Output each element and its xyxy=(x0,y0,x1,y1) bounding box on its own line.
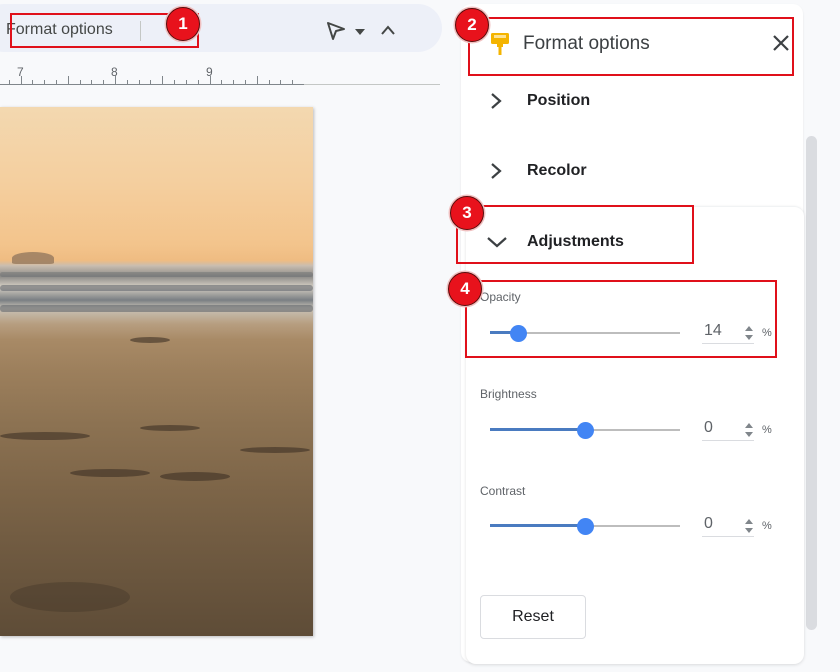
image-footprint xyxy=(160,472,230,481)
chevron-up-icon[interactable] xyxy=(380,24,396,36)
ruler-tick xyxy=(115,76,116,84)
image-footprint xyxy=(130,337,170,343)
ruler-tick xyxy=(67,76,69,84)
image-rock xyxy=(12,252,54,264)
section-position[interactable]: Position xyxy=(480,84,780,118)
slider-fill xyxy=(490,428,585,431)
slider-thumb[interactable] xyxy=(510,325,528,342)
image-toolbar: Format options xyxy=(0,4,442,52)
percent-unit: % xyxy=(762,327,772,339)
chevron-down-icon xyxy=(487,237,507,248)
opacity-slider[interactable] xyxy=(490,324,680,342)
ruler-tick xyxy=(209,76,211,84)
ruler-tick xyxy=(20,76,22,84)
image-footprint xyxy=(140,425,200,431)
annotation-badge: 2 xyxy=(455,8,489,42)
image-footprint xyxy=(0,432,90,440)
spinner-arrows-icon[interactable] xyxy=(744,518,754,534)
section-label: Position xyxy=(527,92,591,109)
percent-unit: % xyxy=(762,424,772,436)
opacity-input[interactable] xyxy=(702,320,738,340)
slider-thumb[interactable] xyxy=(577,518,595,535)
spinner-arrows-icon[interactable] xyxy=(744,325,754,341)
toolbar-divider xyxy=(140,21,141,41)
caret-down-icon[interactable] xyxy=(354,28,366,36)
annotation-badge: 3 xyxy=(450,196,484,230)
image-footprint xyxy=(70,469,150,477)
opacity-label: Opacity xyxy=(480,290,521,304)
image-wave xyxy=(0,272,313,277)
image-footprint xyxy=(10,582,130,612)
beach-sunset-image[interactable] xyxy=(0,107,313,636)
format-options-toolbar-button[interactable]: Format options xyxy=(6,21,113,39)
annotation-badge: 4 xyxy=(448,272,482,306)
reset-button[interactable]: Reset xyxy=(480,595,586,639)
ruler-tick xyxy=(256,76,258,84)
annotation-badge: 1 xyxy=(166,7,200,41)
slider-fill xyxy=(490,524,585,527)
spinner-arrows-icon[interactable] xyxy=(744,422,754,438)
ruler-active-range xyxy=(0,84,304,85)
slider-thumb[interactable] xyxy=(577,422,595,439)
image-wave xyxy=(0,305,313,312)
percent-unit: % xyxy=(762,520,772,532)
section-label: Adjustments xyxy=(527,233,624,250)
chevron-right-icon xyxy=(491,93,502,109)
section-recolor[interactable]: Recolor xyxy=(480,154,780,188)
horizontal-ruler: 7 8 9 xyxy=(0,60,440,86)
paint-roller-icon xyxy=(491,33,509,55)
brightness-slider[interactable] xyxy=(490,421,680,439)
image-footprint xyxy=(240,447,310,453)
panel-scrollbar[interactable] xyxy=(806,136,817,630)
panel-title: Format options xyxy=(523,33,650,54)
image-wave xyxy=(0,285,313,291)
brightness-input[interactable] xyxy=(702,417,738,437)
select-cursor-icon[interactable] xyxy=(326,21,346,41)
section-label: Recolor xyxy=(527,162,587,179)
close-icon[interactable] xyxy=(771,33,791,53)
brightness-label: Brightness xyxy=(480,387,537,401)
ruler-tick xyxy=(162,76,164,84)
section-adjustments[interactable]: Adjustments xyxy=(480,225,780,259)
chevron-right-icon xyxy=(491,163,502,179)
contrast-label: Contrast xyxy=(480,484,526,498)
contrast-slider[interactable] xyxy=(490,517,680,535)
contrast-input[interactable] xyxy=(702,513,738,533)
